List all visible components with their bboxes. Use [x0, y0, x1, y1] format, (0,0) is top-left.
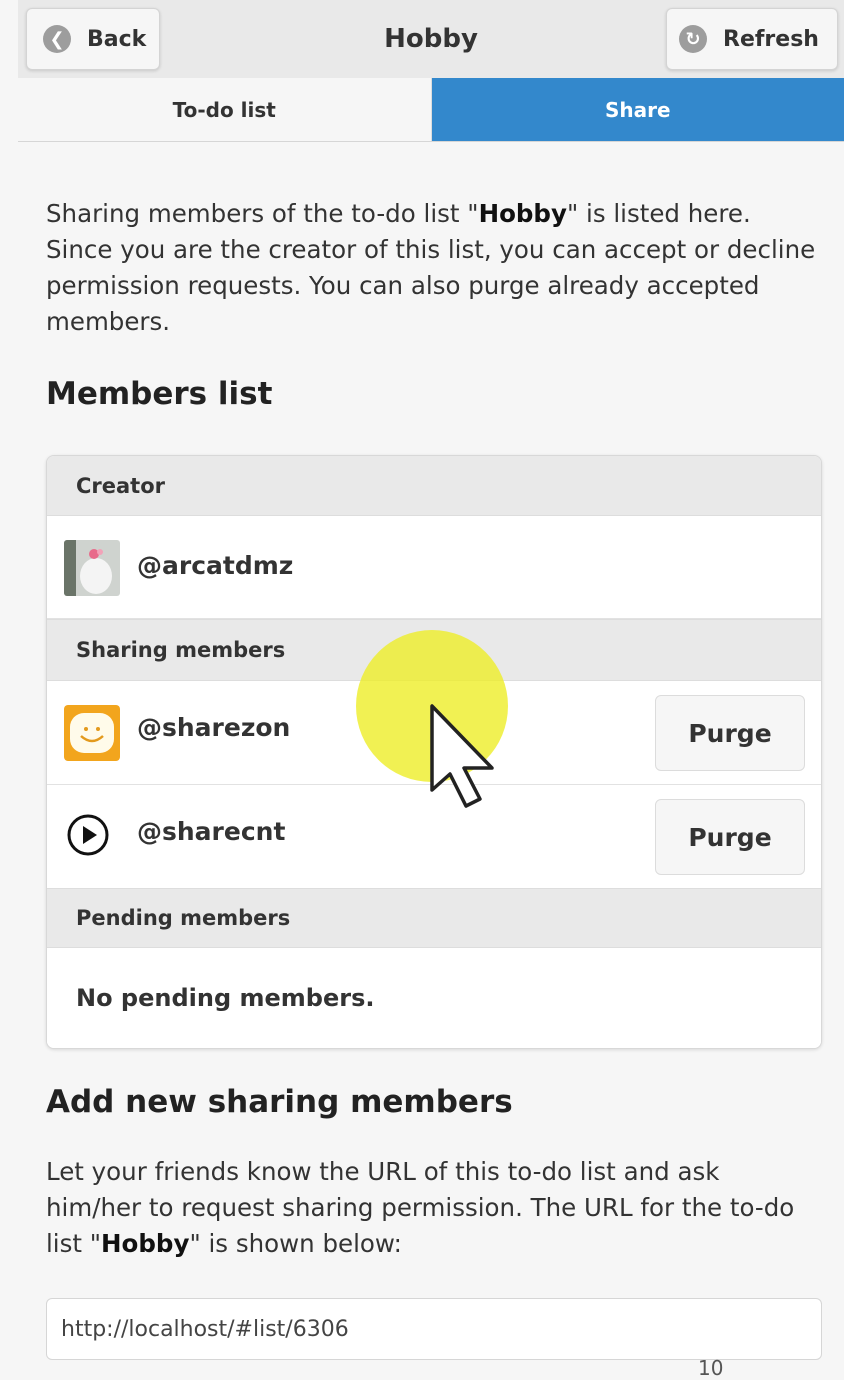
add-text-part2: " is shown below:	[189, 1229, 402, 1258]
tab-bar: To-do list Share	[18, 78, 844, 142]
refresh-icon: ↻	[679, 25, 707, 53]
refresh-button[interactable]: ↻ Refresh	[666, 8, 838, 70]
creator-row[interactable]: @arcatdmz	[47, 516, 821, 619]
intro-text: Sharing members of the to-do list "Hobby…	[46, 196, 822, 340]
add-members-text: Let your friends know the URL of this to…	[46, 1154, 822, 1262]
add-members-section: Let your friends know the URL of this to…	[46, 1154, 822, 1262]
intro-list-name: Hobby	[478, 199, 567, 228]
purge-button[interactable]: Purge	[655, 799, 805, 875]
header-bar: Hobby ❮ Back ↻ Refresh	[18, 0, 844, 79]
sharing-member-row[interactable]: @sharecnt Purge	[47, 785, 821, 888]
creator-divider: Creator	[47, 456, 821, 516]
add-list-name: Hobby	[101, 1229, 190, 1258]
sharing-member-username: @sharezon	[137, 713, 291, 742]
back-button[interactable]: ❮ Back	[26, 8, 160, 70]
intro-section: Sharing members of the to-do list "Hobby…	[46, 196, 822, 340]
tab-todo-list[interactable]: To-do list	[18, 78, 432, 141]
no-pending-text: No pending members.	[76, 984, 375, 1012]
smiley-avatar	[64, 705, 120, 761]
pending-members-divider: Pending members	[47, 888, 821, 948]
sharing-member-username: @sharecnt	[137, 817, 286, 846]
tab-share[interactable]: Share	[431, 78, 844, 141]
cat-photo-avatar	[64, 540, 120, 596]
back-arrow-icon: ❮	[43, 25, 71, 53]
sharing-members-divider: Sharing members	[47, 619, 821, 681]
back-button-label: Back	[87, 26, 147, 52]
pending-empty-row: No pending members.	[47, 948, 821, 1048]
creator-username: @arcatdmz	[137, 551, 294, 580]
play-circle-icon	[67, 814, 109, 856]
sharing-member-row[interactable]: @sharezon Purge	[47, 681, 821, 785]
list-url-field[interactable]	[46, 1298, 822, 1360]
add-members-heading: Add new sharing members	[46, 1084, 513, 1120]
page-number: 10	[698, 1356, 724, 1380]
members-list-heading: Members list	[46, 376, 273, 412]
members-listview: Creator @arcatdmz Sharing members @share…	[46, 455, 822, 1049]
refresh-button-label: Refresh	[723, 26, 819, 52]
purge-button[interactable]: Purge	[655, 695, 805, 771]
intro-text-part1: Sharing members of the to-do list "	[46, 199, 479, 228]
